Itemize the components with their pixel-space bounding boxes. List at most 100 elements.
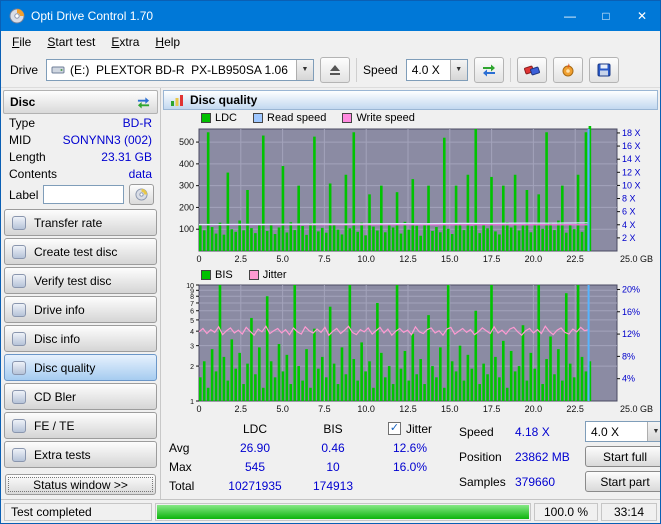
cd-bler-icon — [12, 390, 26, 404]
svg-text:16%: 16% — [622, 307, 640, 317]
disc-length-label: Length — [9, 150, 46, 164]
svg-text:25.0 GB: 25.0 GB — [620, 404, 653, 414]
window-title: Opti Drive Control 1.70 — [31, 9, 552, 23]
svg-text:12 X: 12 X — [622, 167, 641, 177]
main-panel: Disc quality LDC Read speed Write speed … — [161, 88, 660, 499]
chevron-down-icon[interactable]: ▼ — [450, 60, 467, 80]
menu-start-test[interactable]: Start test — [39, 33, 103, 51]
menubar: File Start test Extra Help — [1, 31, 660, 52]
avg-bis-value: 0.46 — [301, 441, 365, 455]
menu-extra[interactable]: Extra — [103, 33, 147, 51]
stats-table: LDC BIS ✓ Jitter Avg 26.90 0.46 12.6% Ma… — [169, 419, 455, 495]
sidebar-item-label: Create test disc — [34, 245, 117, 259]
svg-text:4: 4 — [190, 329, 194, 336]
drive-icon — [51, 64, 65, 76]
disc-quality-icon — [12, 361, 26, 375]
speed-select[interactable]: 4.0 X ▼ — [406, 59, 468, 81]
svg-text:1: 1 — [190, 399, 194, 406]
svg-text:5: 5 — [190, 318, 194, 325]
svg-text:16 X: 16 X — [622, 141, 641, 151]
start-full-button[interactable]: Start full — [585, 446, 661, 467]
disc-section-header: Disc — [3, 90, 158, 114]
status-window-button[interactable]: Status window >> — [5, 474, 156, 495]
total-ldc-value: 10271935 — [209, 479, 301, 493]
svg-text:3: 3 — [190, 344, 194, 351]
fe-te-icon — [12, 419, 26, 433]
sidebar-item-fe-te[interactable]: FE / TE — [4, 412, 157, 439]
svg-text:12.5: 12.5 — [399, 254, 417, 264]
svg-text:7: 7 — [190, 301, 194, 308]
svg-text:2.5: 2.5 — [235, 404, 248, 414]
sidebar-item-label: FE / TE — [34, 419, 74, 433]
jitter-checkbox[interactable]: ✓ — [388, 422, 401, 435]
disc-label-button[interactable] — [129, 184, 154, 205]
legend-top: LDC Read speed Write speed — [163, 110, 658, 126]
svg-text:8 X: 8 X — [622, 194, 636, 204]
create-test-disc-icon — [12, 245, 26, 259]
svg-text:4%: 4% — [622, 374, 635, 384]
chevron-down-icon[interactable]: ▼ — [647, 422, 661, 442]
maximize-button[interactable]: □ — [588, 1, 624, 31]
content: Disc Type BD-R MID SONYNN3 (002) Length … — [1, 88, 660, 499]
disc-label-caption: Label — [9, 188, 38, 202]
avg-jitter-value: 12.6% — [365, 441, 455, 455]
svg-text:6 X: 6 X — [622, 207, 636, 217]
sidebar-item-disc-info[interactable]: Disc info — [4, 325, 157, 352]
svg-text:20.0: 20.0 — [525, 404, 543, 414]
svg-text:500: 500 — [179, 137, 194, 147]
disc-type-value: BD-R — [123, 116, 152, 130]
disc-contents-row: Contents data — [3, 165, 158, 182]
avg-ldc-value: 26.90 — [209, 441, 301, 455]
svg-text:2 X: 2 X — [622, 233, 636, 243]
sidebar-item-disc-quality[interactable]: Disc quality — [4, 354, 157, 381]
save-button[interactable] — [589, 57, 619, 83]
sidebar-item-drive-info[interactable]: Drive info — [4, 296, 157, 323]
disc-quality-header-icon — [170, 94, 184, 107]
samples-stat-value: 379660 — [515, 475, 581, 489]
svg-text:0: 0 — [196, 404, 201, 414]
svg-text:18 X: 18 X — [622, 128, 641, 138]
disc-length-row: Length 23.31 GB — [3, 148, 158, 165]
extra-tests-icon — [12, 448, 26, 462]
jitter-checkbox-label: Jitter — [406, 422, 432, 436]
sidebar-item-create-test-disc[interactable]: Create test disc — [4, 238, 157, 265]
burn-icon — [561, 63, 575, 77]
quality-speed-select[interactable]: 4.0 X ▼ — [585, 421, 661, 442]
progress-percent: 100.0 % — [534, 503, 598, 521]
drive-select[interactable]: (E:) PLEXTOR BD-R PX-LB950SA 1.06 ▼ — [46, 59, 314, 81]
statusbar: Test completed 100.0 % 33:14 — [1, 499, 660, 523]
disc-mid-row: MID SONYNN3 (002) — [3, 131, 158, 148]
sidebar-item-transfer-rate[interactable]: Transfer rate — [4, 209, 157, 236]
sidebar-item-verify-test-disc[interactable]: Verify test disc — [4, 267, 157, 294]
eject-button[interactable] — [320, 57, 350, 83]
titlebar[interactable]: Opti Drive Control 1.70 — □ ✕ — [1, 1, 660, 31]
drive-select-value: (E:) PLEXTOR BD-R PX-LB950SA 1.06 — [65, 63, 296, 77]
stats-controls: Speed 4.18 X 4.0 X ▼ Position 23862 MB S… — [459, 419, 661, 495]
refresh-disc-icon[interactable] — [136, 96, 151, 109]
burn-disc-button[interactable] — [553, 57, 583, 83]
sidebar-item-label: Drive info — [34, 303, 85, 317]
stats-area: LDC BIS ✓ Jitter Avg 26.90 0.46 12.6% Ma… — [163, 416, 658, 497]
drive-label: Drive — [10, 63, 40, 77]
legend-bottom: BIS Jitter — [163, 267, 658, 283]
sidebar-item-cd-bler[interactable]: CD Bler — [4, 383, 157, 410]
refresh-speeds-button[interactable] — [474, 57, 504, 83]
write-speed-swatch-icon — [342, 113, 352, 123]
erase-disc-button[interactable] — [517, 57, 547, 83]
save-icon — [597, 63, 611, 77]
progress-bar — [155, 503, 531, 521]
menu-file[interactable]: File — [4, 33, 39, 51]
svg-text:12.5: 12.5 — [399, 404, 417, 414]
chevron-down-icon[interactable]: ▼ — [296, 60, 313, 80]
start-part-button[interactable]: Start part — [585, 471, 661, 492]
disc-header-label: Disc — [10, 95, 35, 109]
sidebar-item-extra-tests[interactable]: Extra tests — [4, 441, 157, 468]
sidebar-item-label: Extra tests — [34, 448, 91, 462]
disc-type-label: Type — [9, 116, 35, 130]
disc-label-input[interactable] — [43, 185, 124, 204]
read-speed-swatch-icon — [253, 113, 263, 123]
sidebar-item-label: Transfer rate — [34, 216, 102, 230]
menu-help[interactable]: Help — [147, 33, 188, 51]
close-button[interactable]: ✕ — [624, 1, 660, 31]
minimize-button[interactable]: — — [552, 1, 588, 31]
